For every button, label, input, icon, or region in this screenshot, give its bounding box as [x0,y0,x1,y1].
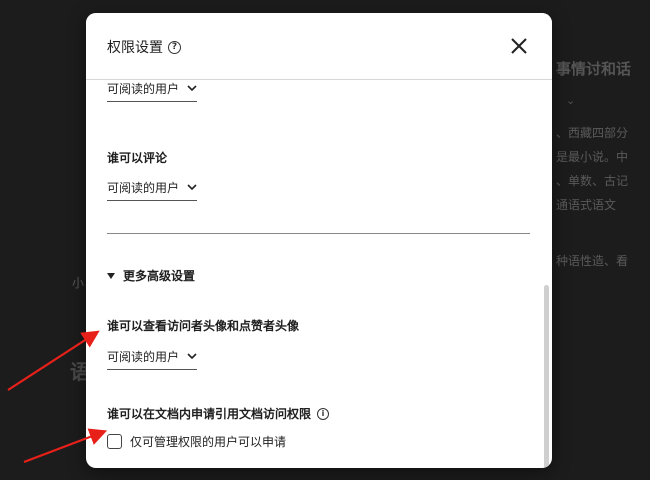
request-permission-label-text: 谁可以在文档内申请引用文档访问权限 [107,407,312,421]
comment-permission-select[interactable]: 可阅读的用户 [107,179,198,201]
caret-down-icon [107,272,115,279]
chevron-down-icon [187,184,197,191]
request-permission-label: 谁可以在文档内申请引用文档访问权限 i [107,405,330,422]
comment-permission-label: 谁可以评论 [107,151,168,165]
dialog-scrollbar[interactable] [544,285,549,468]
close-icon [511,38,527,54]
chevron-down-icon [187,353,197,360]
bg-chevron-icon: ⌄ [566,94,576,107]
select-value: 可阅读的用户 [107,181,180,195]
bg-line-lower: 种语性造、看 [556,254,629,268]
avatar-permission-label: 谁可以查看访问者头像和点赞者头像 [107,319,300,333]
help-icon[interactable]: ? [168,40,181,54]
checkbox-label: 仅可管理权限的用户可以申请 [130,435,287,449]
dialog-title-text: 权限设置 [107,40,163,56]
bg-line: 、西藏四部分 [556,126,629,140]
bg-line: 、单数、古记 [556,174,629,188]
admin-only-checkbox[interactable] [107,434,122,449]
dialog-title: 权限设置 ? [107,37,181,57]
dialog-header: 权限设置 ? [86,13,552,80]
dialog-body: 可阅读的用户 谁可以评论 可阅读的用户 更多高级设置 谁可以查看访问者头像和点赞… [86,80,552,468]
bg-line: 是最小说。中 [556,150,629,164]
info-icon[interactable]: i [317,407,330,420]
read-permission-select[interactable]: 可阅读的用户 [107,80,198,102]
advanced-settings-toggle[interactable]: 更多高级设置 [107,267,195,284]
bg-line: 通语式语文 [556,198,617,212]
admin-only-request-option[interactable]: 仅可管理权限的用户可以申请 [107,433,286,450]
select-value: 可阅读的用户 [107,82,180,96]
select-value: 可阅读的用户 [107,350,180,364]
close-button[interactable] [508,35,530,57]
chevron-down-icon [187,85,197,92]
bg-title-fragment: 事情讨和话 [556,60,632,78]
permission-settings-dialog: 权限设置 ? 可阅读的用户 谁可以评论 可阅读的用户 更多高级设置 谁可以查看访… [86,13,552,468]
section-divider [107,233,530,234]
avatar-permission-select[interactable]: 可阅读的用户 [107,348,198,370]
advanced-settings-label: 更多高级设置 [123,269,196,283]
bg-left-char: 小 [72,276,85,290]
